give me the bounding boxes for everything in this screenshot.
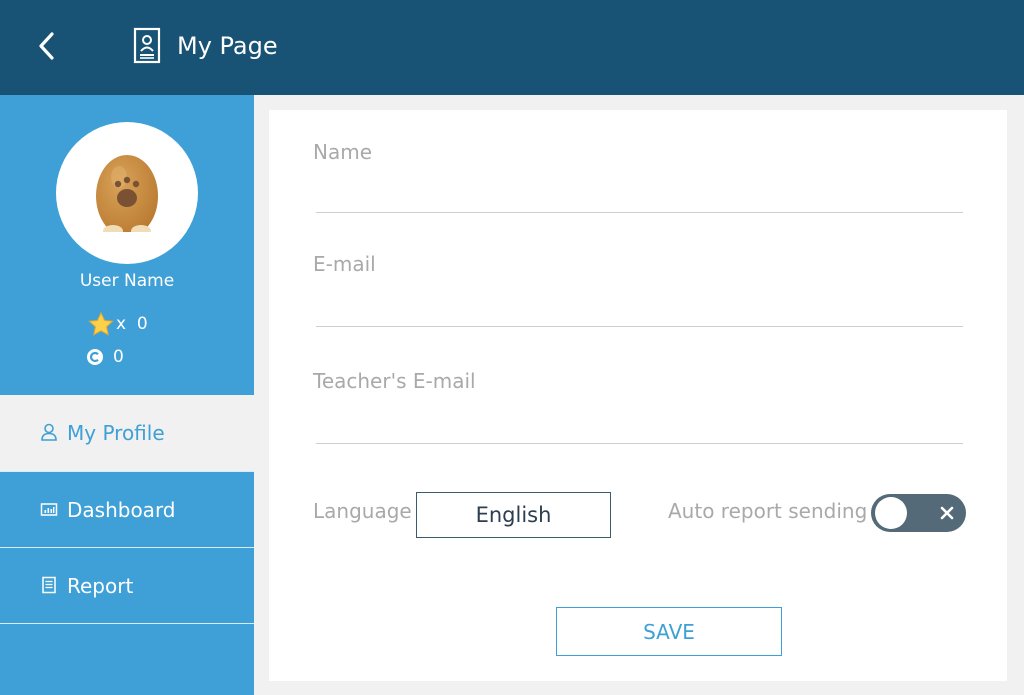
coin-icon — [87, 349, 103, 365]
email-field[interactable] — [316, 296, 963, 327]
save-button[interactable]: SAVE — [556, 607, 782, 656]
coin-count-value: 0 — [113, 347, 124, 367]
language-label: Language — [313, 499, 412, 523]
egg-character-icon — [96, 155, 158, 238]
chevron-left-icon — [39, 32, 54, 60]
sidebar-item-label: My Profile — [67, 421, 165, 445]
sidebar-item-dashboard[interactable]: Dashboard — [0, 472, 254, 548]
profile-form: Name E-mail Teacher's E-mail Language En… — [269, 110, 1007, 681]
sidebar-item-my-profile[interactable]: My Profile — [0, 395, 254, 471]
toggle-knob — [875, 497, 907, 529]
person-icon — [41, 423, 57, 441]
auto-report-label: Auto report sending — [668, 499, 868, 523]
sidebar: User Name x 0 0 My Profile Dashboard Rep… — [0, 95, 254, 695]
language-select[interactable]: English — [416, 492, 611, 538]
app-header: My Page — [0, 0, 1024, 95]
coin-count: 0 — [86, 345, 124, 369]
user-name: User Name — [79, 271, 175, 291]
page-title: My Page — [177, 32, 278, 60]
document-icon — [42, 576, 56, 594]
chart-icon — [40, 503, 58, 516]
name-field[interactable] — [316, 182, 963, 213]
email-label: E-mail — [313, 252, 376, 276]
profile-document-icon — [133, 27, 161, 65]
auto-report-toggle[interactable] — [871, 494, 966, 532]
close-icon — [940, 506, 954, 520]
star-icon — [88, 312, 114, 336]
star-count-value: 0 — [136, 314, 148, 334]
teacher-email-field[interactable] — [316, 413, 963, 444]
name-label: Name — [313, 140, 373, 164]
teacher-email-label: Teacher's E-mail — [313, 369, 476, 393]
avatar — [56, 122, 198, 264]
star-count-prefix: x — [116, 314, 127, 334]
sidebar-item-report[interactable]: Report — [0, 548, 254, 624]
back-button[interactable] — [30, 26, 66, 66]
star-count: x 0 — [88, 311, 148, 337]
sidebar-item-label: Report — [67, 573, 134, 598]
sidebar-item-label: Dashboard — [67, 497, 176, 522]
